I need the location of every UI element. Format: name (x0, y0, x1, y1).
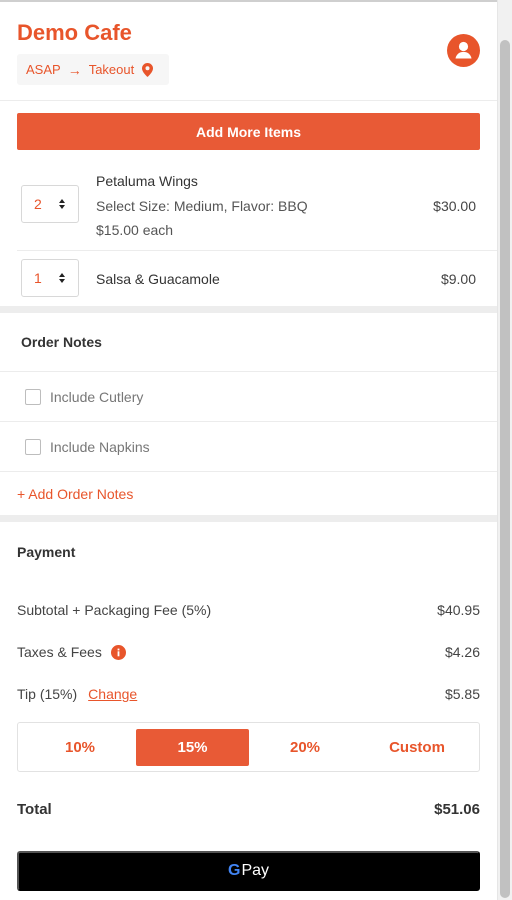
user-avatar-icon[interactable] (447, 34, 480, 67)
tip-label-text: Tip (15%) (17, 686, 78, 702)
gpay-label: Pay (241, 862, 270, 879)
tip-option-10[interactable]: 10% (24, 729, 136, 766)
checkbox-box[interactable] (25, 439, 41, 455)
order-type-selector[interactable]: ASAP → Takeout (17, 54, 169, 85)
header: Demo Cafe ASAP → Takeout (0, 0, 497, 101)
total-label: Total (17, 801, 52, 818)
subtotal-label-text: Subtotal + Packaging Fee (5%) (17, 602, 212, 618)
location-pin-icon (142, 62, 154, 77)
scrollbar-thumb[interactable] (500, 40, 510, 898)
divider (0, 421, 497, 422)
taxes-label-text: Taxes & Fees (17, 644, 102, 660)
subtotal-label: Subtotal + Packaging Fee (5%) (17, 602, 211, 618)
item-divider (17, 250, 497, 251)
checkbox-box[interactable] (25, 389, 41, 405)
tip-change-link[interactable]: Change (88, 686, 137, 702)
cafe-name: Demo Cafe (17, 20, 132, 45)
payment-title: Payment (17, 544, 76, 560)
checkbox-label: Include Cutlery (50, 389, 144, 405)
tip-value: $5.85 (444, 686, 480, 702)
include-napkins-checkbox[interactable]: Include Napkins (25, 439, 150, 455)
include-cutlery-checkbox[interactable]: Include Cutlery (25, 389, 143, 405)
checkbox-label: Include Napkins (50, 439, 150, 455)
updown-caret-icon (58, 197, 66, 211)
tip-option-custom[interactable]: Custom (361, 729, 473, 766)
google-g-icon: G (227, 862, 241, 879)
subtotal-value: $40.95 (437, 602, 480, 618)
tip-option-15[interactable]: 15% (136, 729, 249, 766)
order-type-label: Takeout (88, 62, 135, 77)
timing-label: ASAP (26, 62, 61, 77)
item-price: $9.00 (440, 271, 476, 287)
total-value: $51.06 (434, 801, 480, 818)
checkout-page: Demo Cafe ASAP → Takeout Add More Items … (0, 0, 497, 900)
add-order-notes-link[interactable]: + Add Order Notes (17, 486, 133, 502)
item-price: $30.00 (433, 198, 476, 214)
quantity-value: 1 (34, 270, 42, 286)
tip-option-20[interactable]: 20% (249, 729, 361, 766)
quantity-select-item-2[interactable]: 1 (21, 259, 79, 297)
google-pay-button[interactable]: G Pay (17, 851, 480, 891)
item-name: Petaluma Wings (96, 173, 198, 189)
item-options: Select Size: Medium, Flavor: BBQ (96, 198, 308, 214)
quantity-value: 2 (34, 196, 42, 212)
order-notes-title: Order Notes (21, 334, 102, 350)
taxes-value: $4.26 (444, 644, 480, 660)
updown-caret-icon (58, 271, 66, 285)
add-more-items-button[interactable]: Add More Items (17, 113, 480, 150)
taxes-label: Taxes & Fees (17, 644, 126, 660)
quantity-select-item-1[interactable]: 2 (21, 185, 79, 223)
info-icon[interactable] (110, 644, 126, 660)
item-unit-price: $15.00 each (96, 222, 174, 238)
arrow-right-icon: → (67, 61, 82, 78)
divider (0, 471, 497, 472)
item-name: Salsa & Guacamole (96, 271, 220, 287)
tip-options: 10% 15% 20% Custom (17, 722, 480, 772)
section-separator (0, 306, 497, 313)
divider (0, 371, 497, 372)
tip-label: Tip (15%) Change (17, 686, 137, 702)
section-separator (0, 515, 497, 522)
